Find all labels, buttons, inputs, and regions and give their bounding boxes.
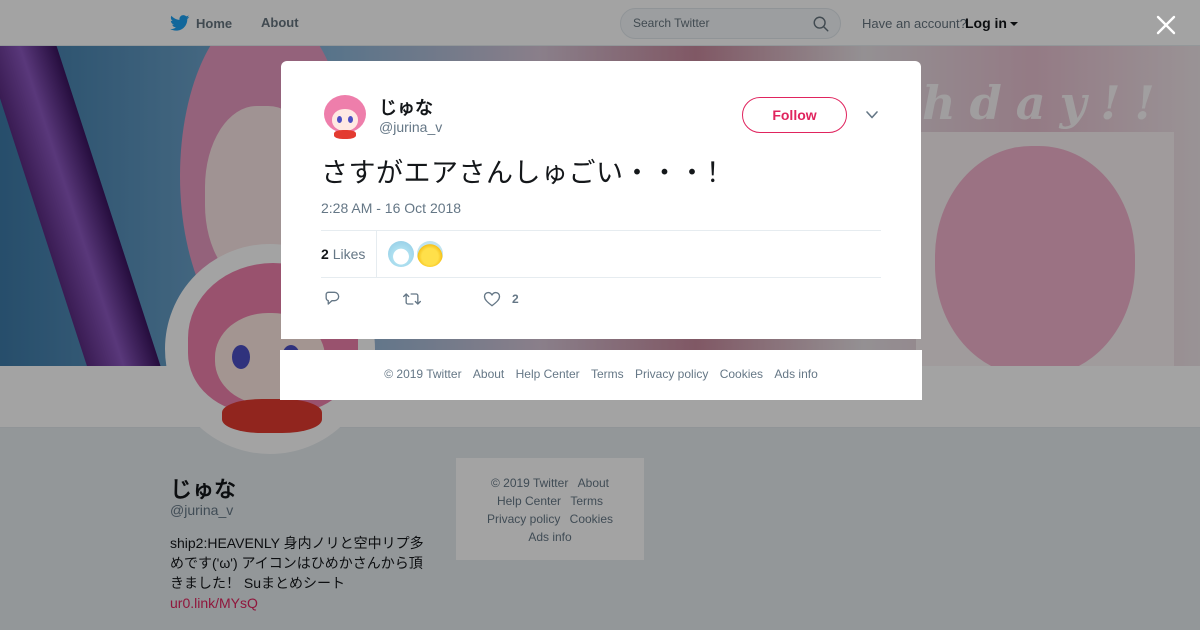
footer-help[interactable]: Help Center [516, 367, 580, 381]
footer-cookies[interactable]: Cookies [720, 367, 763, 381]
close-icon[interactable] [1151, 10, 1181, 40]
likes-number: 2 [321, 246, 329, 262]
tweet-text: さすがエアさんしゅごい・・・！ [321, 158, 734, 188]
tweet-modal: じゅな @jurina_v Follow さすがエアさんしゅごい・・・！ 2:2… [281, 61, 921, 339]
reply-icon [325, 291, 340, 305]
follow-button[interactable]: Follow [742, 97, 847, 133]
liker-avatar[interactable] [417, 241, 443, 267]
footer-ads[interactable]: Ads info [774, 367, 817, 381]
footer-copyright: © 2019 Twitter [384, 367, 462, 381]
footer-privacy[interactable]: Privacy policy [635, 367, 708, 381]
liker-avatar[interactable] [388, 241, 414, 267]
tweet-author-handle[interactable]: @jurina_v [379, 119, 442, 135]
modal-footer: © 2019 Twitter About Help Center Terms P… [280, 350, 922, 400]
divider [321, 277, 881, 278]
chevron-down-icon[interactable] [864, 107, 880, 123]
like-count: 2 [512, 292, 519, 306]
divider [321, 230, 881, 231]
likes-stat[interactable]: 2 Likes [321, 246, 365, 262]
avatar-eye-left [337, 116, 342, 123]
avatar-eye-right [348, 116, 353, 123]
footer-terms[interactable]: Terms [591, 367, 624, 381]
retweet-button[interactable] [402, 289, 422, 309]
tweet-author-avatar[interactable] [321, 93, 369, 141]
heart-icon [483, 291, 501, 307]
retweet-icon [403, 293, 421, 305]
divider [376, 230, 377, 277]
reply-button[interactable] [322, 289, 342, 309]
tweet-author-name[interactable]: じゅな [379, 94, 433, 120]
avatar-scarf [334, 130, 356, 139]
avatar-face [332, 109, 358, 131]
footer-about[interactable]: About [473, 367, 504, 381]
likes-label: Likes [332, 246, 366, 262]
tweet-timestamp[interactable]: 2:28 AM - 16 Oct 2018 [321, 200, 461, 216]
like-button[interactable]: 2 [482, 289, 519, 309]
